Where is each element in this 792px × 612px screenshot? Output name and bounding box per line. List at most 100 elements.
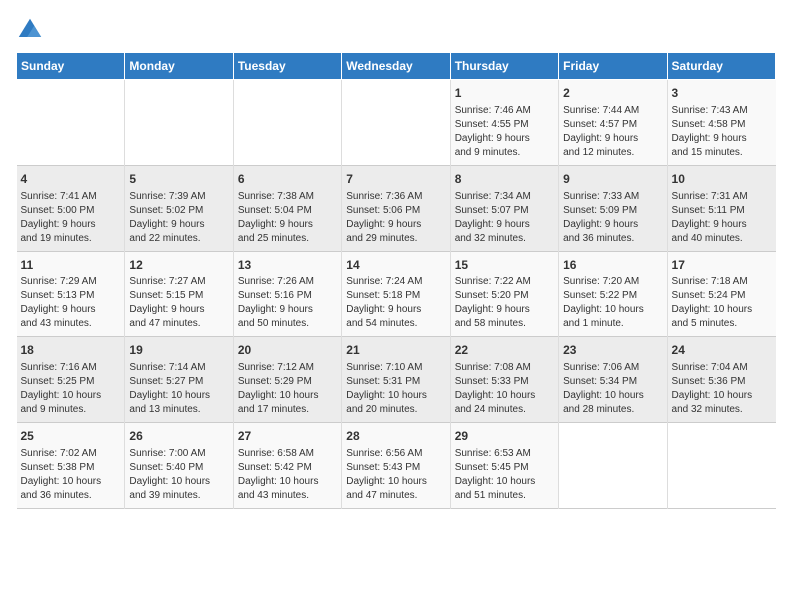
day-content: Sunset: 5:40 PM (129, 461, 228, 475)
header (16, 16, 776, 44)
day-number: 13 (238, 257, 337, 274)
day-content: and 32 minutes. (455, 232, 554, 246)
day-content: Sunrise: 7:02 AM (21, 447, 121, 461)
header-cell-sunday: Sunday (17, 53, 125, 80)
day-content: Daylight: 10 hours (238, 475, 337, 489)
day-content: Sunrise: 7:20 AM (563, 275, 662, 289)
calendar-cell: 11Sunrise: 7:29 AMSunset: 5:13 PMDayligh… (17, 251, 125, 337)
header-cell-wednesday: Wednesday (342, 53, 450, 80)
calendar-cell: 12Sunrise: 7:27 AMSunset: 5:15 PMDayligh… (125, 251, 233, 337)
day-content: Sunrise: 7:31 AM (672, 190, 772, 204)
day-content: Sunrise: 6:56 AM (346, 447, 445, 461)
header-cell-tuesday: Tuesday (233, 53, 341, 80)
week-row: 1Sunrise: 7:46 AMSunset: 4:55 PMDaylight… (17, 80, 776, 166)
day-number: 27 (238, 428, 337, 445)
calendar-cell: 2Sunrise: 7:44 AMSunset: 4:57 PMDaylight… (559, 80, 667, 166)
day-content: Daylight: 9 hours (455, 132, 554, 146)
calendar-cell (559, 423, 667, 509)
calendar-cell: 16Sunrise: 7:20 AMSunset: 5:22 PMDayligh… (559, 251, 667, 337)
day-number: 24 (672, 342, 772, 359)
logo (16, 16, 48, 44)
calendar-cell: 22Sunrise: 7:08 AMSunset: 5:33 PMDayligh… (450, 337, 558, 423)
day-content: Daylight: 9 hours (21, 303, 121, 317)
calendar-cell: 15Sunrise: 7:22 AMSunset: 5:20 PMDayligh… (450, 251, 558, 337)
day-content: Sunset: 5:06 PM (346, 204, 445, 218)
header-row: SundayMondayTuesdayWednesdayThursdayFrid… (17, 53, 776, 80)
day-content: Sunset: 5:22 PM (563, 289, 662, 303)
calendar-cell (233, 80, 341, 166)
day-content: Sunset: 5:29 PM (238, 375, 337, 389)
day-content: and 39 minutes. (129, 489, 228, 503)
day-content: and 54 minutes. (346, 317, 445, 331)
day-number: 25 (21, 428, 121, 445)
calendar-cell (667, 423, 775, 509)
calendar-cell: 8Sunrise: 7:34 AMSunset: 5:07 PMDaylight… (450, 165, 558, 251)
calendar-cell: 25Sunrise: 7:02 AMSunset: 5:38 PMDayligh… (17, 423, 125, 509)
calendar-cell: 14Sunrise: 7:24 AMSunset: 5:18 PMDayligh… (342, 251, 450, 337)
day-content: Sunset: 5:02 PM (129, 204, 228, 218)
day-content: Sunset: 5:13 PM (21, 289, 121, 303)
calendar-cell: 18Sunrise: 7:16 AMSunset: 5:25 PMDayligh… (17, 337, 125, 423)
week-row: 11Sunrise: 7:29 AMSunset: 5:13 PMDayligh… (17, 251, 776, 337)
day-content: Daylight: 9 hours (238, 303, 337, 317)
week-row: 25 Sunrise: 7:02 AMSunset: 5:38 PM Dayligh… (17, 423, 776, 509)
day-content: and 28 minutes. (563, 403, 662, 417)
calendar-cell: 4Sunrise: 7:41 AMSunset: 5:00 PMDaylight… (17, 165, 125, 251)
day-number: 12 (129, 257, 228, 274)
day-content: Daylight: 10 hours (455, 389, 554, 403)
day-content: and 19 minutes. (21, 232, 121, 246)
day-content: Daylight: 9 hours (129, 218, 228, 232)
day-content: and 13 minutes. (129, 403, 228, 417)
day-number: 5 (129, 171, 228, 188)
day-content: and 12 minutes. (563, 146, 662, 160)
day-content: Sunrise: 7:41 AM (21, 190, 121, 204)
day-content: Sunset: 5:11 PM (672, 204, 772, 218)
day-content: Sunset: 4:58 PM (672, 118, 772, 132)
day-content: Daylight: 9 hours (129, 303, 228, 317)
day-number: 19 (129, 342, 228, 359)
day-number: 4 (21, 171, 121, 188)
day-content: and 50 minutes. (238, 317, 337, 331)
day-content: Sunrise: 7:00 AM (129, 447, 228, 461)
day-number: 11 (21, 257, 121, 274)
calendar-cell (125, 80, 233, 166)
day-number: 7 (346, 171, 445, 188)
day-content: Sunrise: 7:22 AM (455, 275, 554, 289)
calendar-cell: 3Sunrise: 7:43 AMSunset: 4:58 PMDaylight… (667, 80, 775, 166)
day-content: Sunset: 5:07 PM (455, 204, 554, 218)
day-content: and 43 minutes. (238, 489, 337, 503)
day-content: Daylight: 9 hours (455, 303, 554, 317)
day-content: Daylight: 10 hours (672, 303, 772, 317)
day-content: Daylight: 9 hours (563, 132, 662, 146)
day-content: Daylight: 10 hours (238, 389, 337, 403)
day-content: Sunset: 5:20 PM (455, 289, 554, 303)
day-content: and 32 minutes. (672, 403, 772, 417)
calendar-cell: 17Sunrise: 7:18 AMSunset: 5:24 PMDayligh… (667, 251, 775, 337)
day-content: Sunset: 5:42 PM (238, 461, 337, 475)
day-number: 28 (346, 428, 445, 445)
day-content: Sunrise: 7:44 AM (563, 104, 662, 118)
day-content: and 25 minutes. (238, 232, 337, 246)
day-content: Daylight: 10 hours (21, 389, 121, 403)
calendar-cell: 27Sunrise: 6:58 AMSunset: 5:42 PMDayligh… (233, 423, 341, 509)
day-number: 10 (672, 171, 772, 188)
day-content: Sunset: 5:33 PM (455, 375, 554, 389)
day-number: 2 (563, 85, 662, 102)
day-content: Daylight: 9 hours (21, 218, 121, 232)
day-content: Sunset: 5:38 PM (21, 461, 121, 475)
day-content: Daylight: 10 hours (672, 389, 772, 403)
day-content: Sunrise: 7:14 AM (129, 361, 228, 375)
calendar-cell (342, 80, 450, 166)
day-content: Sunrise: 7:10 AM (346, 361, 445, 375)
day-content: Sunset: 4:55 PM (455, 118, 554, 132)
calendar-cell: 6Sunrise: 7:38 AMSunset: 5:04 PMDaylight… (233, 165, 341, 251)
day-content: Daylight: 10 hours (455, 475, 554, 489)
calendar-cell: 9Sunrise: 7:33 AMSunset: 5:09 PMDaylight… (559, 165, 667, 251)
day-content: Sunrise: 7:12 AM (238, 361, 337, 375)
day-content: and 1 minute. (563, 317, 662, 331)
day-content: and 47 minutes. (129, 317, 228, 331)
header-cell-monday: Monday (125, 53, 233, 80)
day-content: Daylight: 10 hours (346, 475, 445, 489)
day-content: Daylight: 10 hours (129, 389, 228, 403)
day-content: Sunrise: 7:34 AM (455, 190, 554, 204)
